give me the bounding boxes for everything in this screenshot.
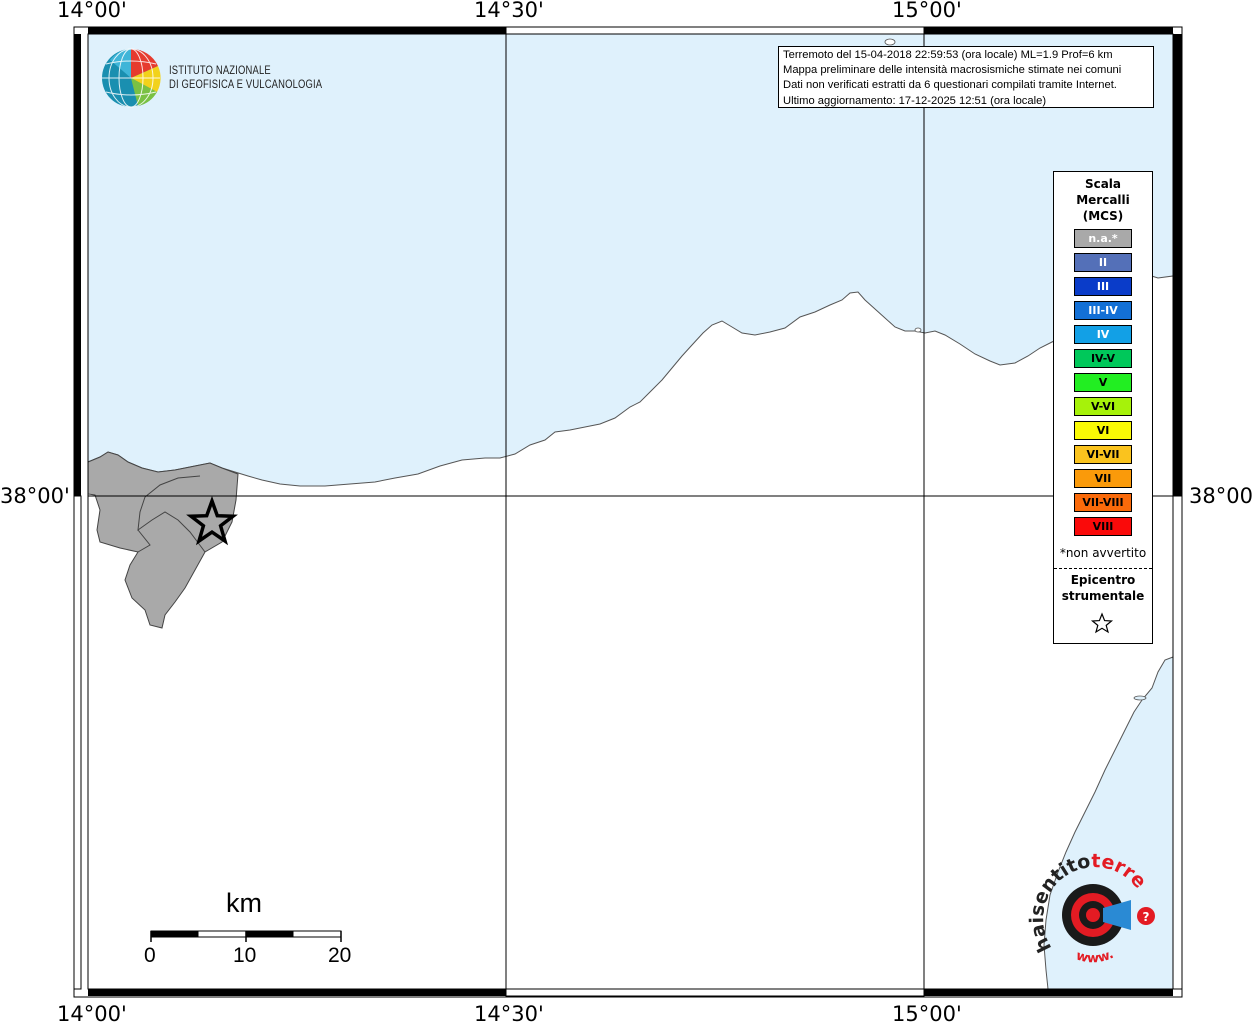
legend-divider <box>1054 568 1152 569</box>
legend-swatch: VIII <box>1074 517 1132 536</box>
coord-right-lat: 38°00' <box>1189 484 1255 508</box>
event-info-box: Terremoto del 15-04-2018 22:59:53 (ora l… <box>778 46 1154 108</box>
logo-line1: ISTITUTO NAZIONALE <box>169 65 271 77</box>
logo-line2: DI GEOFISICA E VULCANOLOGIA <box>169 79 323 91</box>
islet-2 <box>1133 695 1147 701</box>
legend-swatch: V <box>1074 373 1132 392</box>
legend-epicenter-1: Epicentro <box>1070 573 1136 587</box>
scalebar-tick-10: 10 <box>233 944 257 967</box>
legend-swatch: V-VI <box>1074 397 1132 416</box>
legend-title-1: Scala <box>1084 177 1122 191</box>
legend-swatch: VII <box>1074 469 1132 488</box>
info-line1: Terremoto del 15-04-2018 22:59:53 (ora l… <box>783 49 1113 61</box>
legend-note: *non avvertito <box>1059 546 1147 560</box>
legend-title-2: Mercalli <box>1076 193 1130 207</box>
legend-swatch: n.a.* <box>1074 229 1132 248</box>
legend-swatch: IV <box>1074 325 1132 344</box>
coord-bottom-right: 15°00' <box>892 1002 962 1026</box>
islet <box>914 327 922 333</box>
scalebar-unit: km <box>226 888 262 918</box>
info-line3: Dati non verificati estratti da 6 questi… <box>783 79 1117 92</box>
legend-epicenter-2: strumentale <box>1061 589 1145 603</box>
scalebar-tick-0: 0 <box>144 944 156 967</box>
legend-swatch: II <box>1074 253 1132 272</box>
legend-swatch: III-IV <box>1074 301 1132 320</box>
coord-top-right: 15°00' <box>892 0 962 22</box>
legend-swatch: IV-V <box>1074 349 1132 368</box>
coord-bottom-left: 14°00' <box>57 1002 127 1026</box>
coord-top-mid: 14°30' <box>474 0 544 22</box>
island <box>884 38 896 46</box>
legend-star-icon <box>1090 612 1114 634</box>
legend-swatch: VI-VII <box>1074 445 1132 464</box>
info-line2: Mappa preliminare delle intensità macros… <box>783 64 1122 77</box>
svg-text:?: ? <box>1143 910 1150 924</box>
coord-bottom-mid: 14°30' <box>474 1002 544 1026</box>
info-line4: Ultimo aggiornamento: 17-12-2025 12:51 (… <box>783 94 1047 107</box>
globe-logo-icon <box>102 48 161 108</box>
mcs-legend: Scala Mercalli (MCS) n.a.* II III III-IV IV I… <box>1053 171 1153 644</box>
coord-left-lat: 38°00' <box>0 484 70 508</box>
legend-title-3: (MCS) <box>1082 209 1124 223</box>
scalebar-tick-20: 20 <box>328 944 352 967</box>
legend-swatch: III <box>1074 277 1132 296</box>
legend-swatch: VI <box>1074 421 1132 440</box>
coord-top-left: 14°00' <box>57 0 127 22</box>
legend-swatch: VII-VIII <box>1074 493 1132 512</box>
